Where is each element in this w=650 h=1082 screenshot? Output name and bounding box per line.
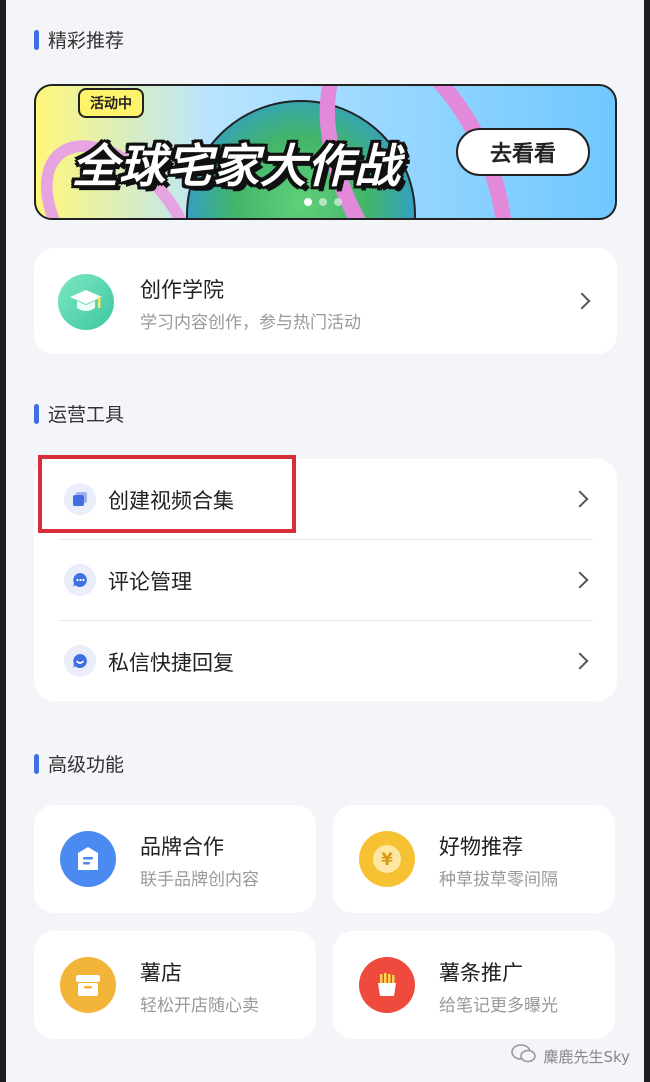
yen-coin-icon: ¥ [359, 831, 415, 887]
feature-card-store[interactable]: 薯店 轻松开店随心卖 [34, 931, 316, 1039]
carousel-dot[interactable] [334, 198, 342, 206]
feature-title: 品牌合作 [140, 835, 224, 859]
highlight-annotation-box [38, 455, 296, 533]
watermark: 麋鹿先生Sky [511, 1044, 630, 1068]
chevron-right-icon [573, 292, 591, 310]
section-title-operations: 运营工具 [34, 400, 124, 427]
section-accent-bar [34, 29, 39, 50]
wechat-icon [511, 1044, 537, 1068]
section-label: 精彩推荐 [48, 30, 125, 52]
feature-card-promotion[interactable]: 薯条推广 给笔记更多曝光 [333, 931, 615, 1039]
section-accent-bar [34, 753, 39, 774]
banner-headline: 全球宅家大作战 [72, 139, 401, 193]
feature-subtitle: 给笔记更多曝光 [439, 996, 558, 1016]
feature-card-good-recommendations[interactable]: ¥ 好物推荐 种草拔草零间隔 [333, 805, 615, 913]
chevron-right-icon [571, 571, 589, 589]
go-see-button[interactable]: 去看看 [456, 128, 590, 176]
carousel-dot[interactable] [319, 198, 327, 206]
brand-icon [60, 831, 116, 887]
feature-title: 薯店 [140, 961, 182, 985]
tool-label: 评论管理 [108, 570, 192, 594]
feature-subtitle: 联手品牌创内容 [140, 870, 259, 890]
academy-subtitle: 学习内容创作，参与热门活动 [140, 313, 361, 333]
section-title-advanced: 高级功能 [34, 750, 124, 777]
feature-card-brand-cooperation[interactable]: 品牌合作 联手品牌创内容 [34, 805, 316, 913]
feature-title: 好物推荐 [439, 835, 523, 859]
feature-subtitle: 轻松开店随心卖 [140, 996, 259, 1016]
feature-subtitle: 种草拔草零间隔 [439, 870, 558, 890]
carousel-dot-active[interactable] [304, 198, 312, 206]
promo-banner[interactable]: 活动中 全球宅家大作战 去看看 [34, 84, 617, 220]
watermark-text: 麋鹿先生Sky [543, 1047, 630, 1066]
section-label: 高级功能 [48, 754, 125, 776]
comment-icon [64, 564, 96, 596]
tool-row-quick-reply[interactable]: 私信快捷回复 [34, 621, 617, 701]
feature-title: 薯条推广 [439, 961, 523, 985]
svg-text:¥: ¥ [381, 850, 393, 870]
carousel-dots [304, 198, 342, 206]
screen-edge-left [0, 0, 6, 1082]
fries-icon [359, 957, 415, 1013]
academy-title: 创作学院 [140, 278, 224, 302]
section-title-featured: 精彩推荐 [34, 26, 124, 53]
chevron-right-icon [571, 490, 589, 508]
graduation-cap-icon [58, 274, 114, 330]
creator-academy-card[interactable]: 创作学院 学习内容创作，参与热门活动 [34, 248, 617, 354]
section-accent-bar [34, 403, 39, 424]
activity-tag: 活动中 [78, 88, 144, 118]
screen-edge-right [644, 0, 650, 1082]
section-label: 运营工具 [48, 404, 125, 426]
message-icon [64, 645, 96, 677]
chevron-right-icon [571, 652, 589, 670]
tool-label: 私信快捷回复 [108, 651, 234, 675]
tool-row-comment-management[interactable]: 评论管理 [34, 540, 617, 620]
store-box-icon [60, 957, 116, 1013]
